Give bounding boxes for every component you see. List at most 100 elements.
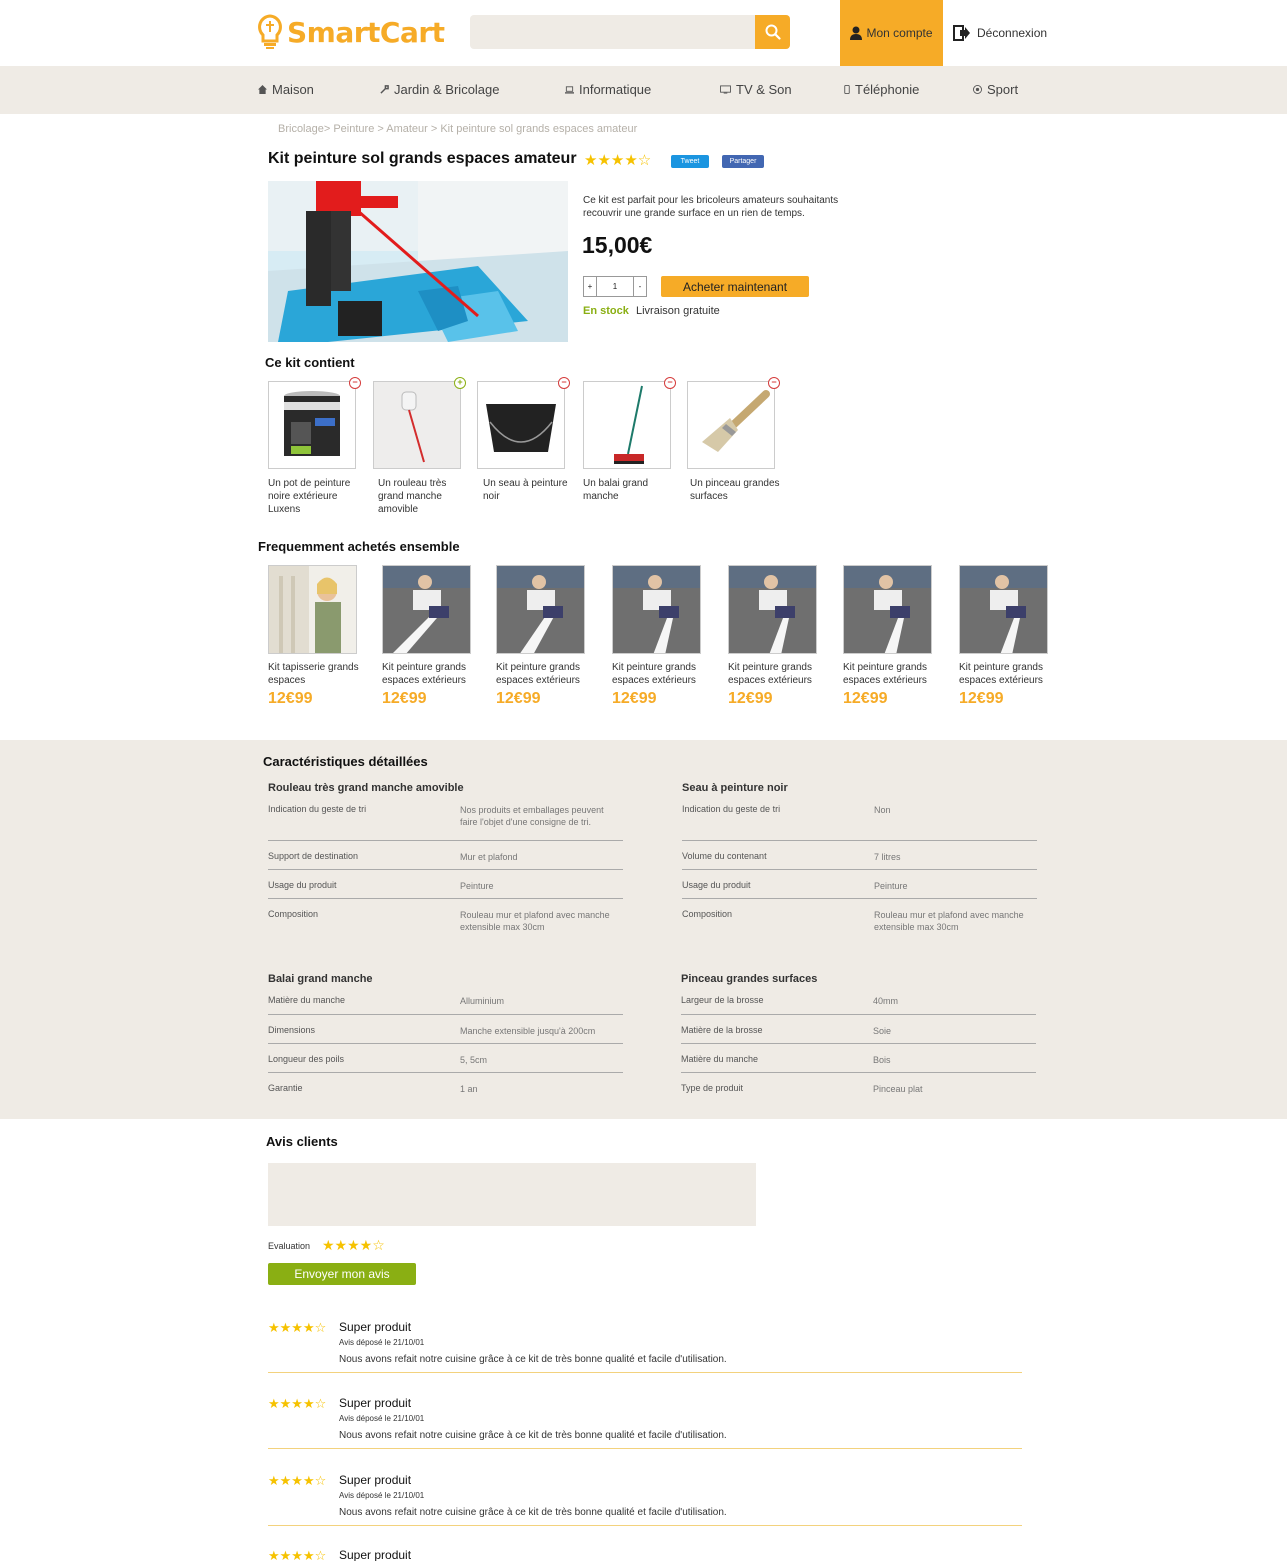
spec-row: Composition Rouleau mur et plafond avec m…	[268, 909, 623, 939]
fb-item-price: 12€99	[382, 690, 427, 707]
delivery-info: Livraison gratuite	[636, 305, 720, 317]
kit-item[interactable]: − Un seau à peinture noir	[477, 377, 577, 503]
logo[interactable]: SmartCart	[257, 12, 445, 52]
fb-thumb[interactable]	[382, 565, 471, 654]
kit-thumb[interactable]: −	[477, 377, 570, 469]
fb-thumb[interactable]	[843, 565, 932, 654]
road-paint-image	[844, 566, 931, 653]
fb-item-label: Kit peinture grands espaces extérieurs	[382, 662, 466, 686]
breadcrumb[interactable]: Bricolage> Peinture > Amateur > Kit pein…	[278, 123, 637, 135]
spec-block: Seau à peinture noir Indication du geste…	[682, 782, 1037, 949]
quantity-stepper[interactable]: + 1 -	[583, 276, 647, 297]
nav-label: Jardin & Bricolage	[394, 82, 500, 97]
roller-image	[401, 391, 425, 463]
product-title: Kit peinture sol grands espaces amateur	[268, 150, 577, 167]
nav-item-sport[interactable]: Sport	[973, 82, 1018, 97]
spec-value: Non	[874, 805, 891, 815]
spec-row: Support de destination Mur et plafond	[268, 851, 623, 870]
qty-plus-button[interactable]: +	[584, 277, 596, 296]
spec-key: Matière de la brosse	[681, 1025, 763, 1035]
nav-item-informatique[interactable]: Informatique	[565, 82, 651, 97]
evaluation-star-rating[interactable]: ★★★★☆	[322, 1237, 385, 1254]
painter-floor-image	[268, 181, 568, 342]
product-price: 15,00€	[582, 232, 653, 258]
laptop-icon	[565, 86, 574, 94]
fb-thumb[interactable]	[959, 565, 1048, 654]
logo-text: SmartCart	[287, 15, 445, 49]
review-text: Nous avons refait notre cuisine grâce à …	[339, 1507, 727, 1518]
review-title: Super produit	[339, 1473, 412, 1487]
kit-item[interactable]: − Un pot de peinture noire extérieure Lu…	[268, 377, 368, 516]
nav-item-maison[interactable]: Maison	[258, 82, 314, 97]
remove-badge-icon[interactable]: −	[349, 377, 361, 389]
kit-thumb[interactable]: −	[687, 377, 780, 469]
spec-value: Rouleau mur et plafond avec manche exten…	[874, 910, 1024, 932]
review-divider	[268, 1448, 1022, 1449]
tweet-button[interactable]: Tweet	[671, 155, 709, 168]
spec-block-title: Pinceau grandes surfaces	[681, 973, 818, 985]
lightbulb-cart-icon	[258, 14, 282, 49]
brush-image	[702, 390, 770, 452]
logout-icon	[953, 25, 970, 41]
spec-row: Longueur des poils 5, 5cm	[268, 1054, 623, 1073]
product-main-image[interactable]	[268, 181, 568, 342]
frequently-bought-item[interactable]: Kit peinture grands espaces extérieurs 1…	[959, 565, 1059, 708]
review-date: Avis déposé le 21/10/01	[339, 1491, 425, 1500]
kit-thumb[interactable]: −	[583, 377, 676, 469]
spec-row: Type de produit Pinceau plat	[681, 1083, 1036, 1101]
spec-row: Usage du produit Peinture	[268, 880, 623, 899]
fb-item-label: Kit tapisserie grands espaces	[268, 662, 359, 686]
search-button[interactable]	[755, 15, 790, 49]
fb-thumb[interactable]	[728, 565, 817, 654]
fb-thumb[interactable]	[268, 565, 357, 654]
remove-badge-icon[interactable]: −	[664, 377, 676, 389]
buy-now-button[interactable]: Acheter maintenant	[661, 276, 809, 297]
spec-row: Indication du geste de tri Nos produits e…	[268, 804, 623, 841]
facebook-share-button[interactable]: Partager	[722, 155, 764, 168]
fb-item-price: 12€99	[959, 690, 1004, 707]
spec-block: Pinceau grandes surfaces Largeur de la b…	[681, 973, 1036, 1111]
spec-value: Bois	[873, 1055, 891, 1065]
nav-item-tv[interactable]: TV & Son	[720, 82, 792, 97]
nav-label: Maison	[272, 82, 314, 97]
kit-thumb[interactable]: −	[268, 377, 361, 469]
road-paint-image	[729, 566, 816, 653]
spec-key: Volume du contenant	[682, 851, 767, 861]
spec-key: Longueur des poils	[268, 1054, 345, 1064]
nav-item-telephonie[interactable]: Téléphonie	[844, 82, 919, 97]
spec-row: Garantie 1 an	[268, 1083, 623, 1101]
spec-key: Support de destination	[268, 851, 359, 861]
spec-value: 40mm	[873, 996, 899, 1006]
add-badge-icon[interactable]: +	[454, 377, 466, 389]
road-paint-image	[383, 566, 470, 653]
account-button[interactable]: Mon compte	[840, 0, 943, 66]
quantity-input[interactable]: 1	[596, 277, 634, 296]
review-stars: ★★★★☆	[268, 1548, 327, 1561]
kit-item[interactable]: − Un pinceau grandes surfaces	[687, 377, 787, 503]
spec-key: Type de produit	[681, 1083, 744, 1093]
fb-thumb[interactable]	[612, 565, 701, 654]
road-paint-image	[497, 566, 584, 653]
kit-thumb[interactable]: +	[373, 377, 466, 469]
logout-button[interactable]: Déconnexion	[953, 22, 1047, 44]
submit-review-button[interactable]: Envoyer mon avis	[268, 1263, 416, 1285]
wallpaper-woman-image	[269, 566, 356, 653]
remove-badge-icon[interactable]: −	[768, 377, 780, 389]
frequently-bought-item[interactable]: Kit tapisserie grands espaces 12€99	[268, 565, 368, 708]
kit-item[interactable]: + Un rouleau très grand manche amovible	[373, 377, 473, 516]
kit-item[interactable]: − Un balai grand manche	[583, 377, 683, 503]
frequently-bought-item[interactable]: Kit peinture grands espaces extérieurs 1…	[612, 565, 712, 708]
fb-thumb[interactable]	[496, 565, 585, 654]
frequently-bought-item[interactable]: Kit peinture grands espaces extérieurs 1…	[728, 565, 828, 708]
fb-item-price: 12€99	[496, 690, 541, 707]
review-text: Nous avons refait notre cuisine grâce à …	[339, 1354, 727, 1365]
nav-item-jardin[interactable]: Jardin & Bricolage	[380, 82, 500, 97]
spec-key: Indication du geste de tri	[682, 804, 781, 814]
frequently-bought-item[interactable]: Kit peinture grands espaces extérieurs 1…	[382, 565, 482, 708]
review-textarea[interactable]	[268, 1163, 756, 1226]
remove-badge-icon[interactable]: −	[558, 377, 570, 389]
frequently-bought-item[interactable]: Kit peinture grands espaces extérieurs 1…	[843, 565, 943, 708]
frequently-bought-item[interactable]: Kit peinture grands espaces extérieurs 1…	[496, 565, 596, 708]
qty-minus-button[interactable]: -	[634, 277, 646, 296]
search-bar[interactable]	[470, 15, 790, 49]
